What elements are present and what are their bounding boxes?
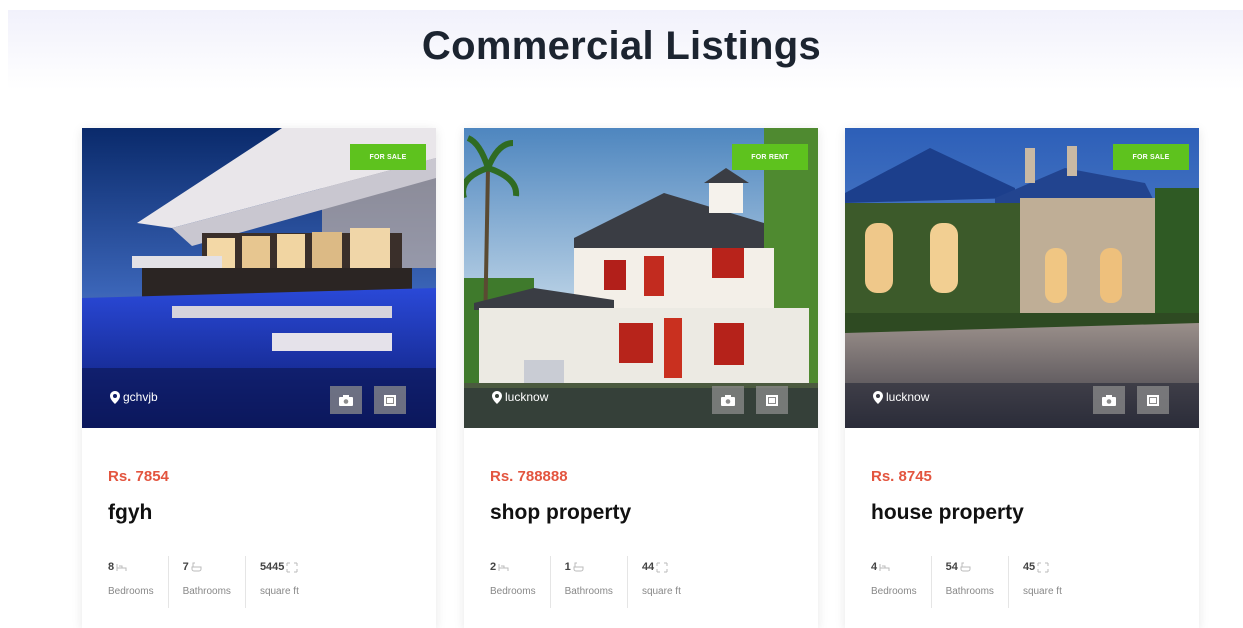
- bath-icon: [573, 562, 584, 572]
- camera-icon: [1102, 394, 1116, 406]
- video-icon: [384, 394, 396, 406]
- bathrooms-label: Bathrooms: [564, 586, 613, 597]
- listing-photo[interactable]: For Sale lucknow: [845, 128, 1199, 428]
- video-icon: [766, 394, 778, 406]
- listing-title[interactable]: shop property: [490, 501, 631, 525]
- listing-location-text: lucknow: [886, 390, 930, 404]
- area-label: square ft: [259, 586, 299, 597]
- bedrooms-stat: 4 Bedrooms: [871, 556, 931, 608]
- listing-price: Rs. 8745: [871, 468, 932, 485]
- bedrooms-stat: 8 Bedrooms: [108, 556, 168, 608]
- bedrooms-label: Bedrooms: [490, 586, 536, 597]
- bathrooms-stat: 54 Bathrooms: [930, 556, 1008, 608]
- page-title: Commercial Listings: [421, 24, 822, 68]
- listing-image: [845, 128, 1199, 428]
- bed-icon: [879, 563, 890, 571]
- bedrooms-value: 8: [108, 561, 115, 573]
- bath-icon: [191, 562, 202, 572]
- bathrooms-label: Bathrooms: [182, 586, 231, 597]
- area-stat: 45 square ft: [1007, 556, 1076, 608]
- area-value: 45: [1022, 561, 1036, 573]
- map-pin-icon: [873, 390, 883, 404]
- listing-price: Rs. 7854: [108, 468, 169, 485]
- listing-card[interactable]: For Sale lucknow Rs. 8745 house property: [845, 128, 1199, 628]
- area-icon: [286, 562, 298, 572]
- listing-status-badge: For Rent: [732, 144, 808, 170]
- listing-title[interactable]: house property: [871, 501, 1024, 525]
- listing-price: Rs. 788888: [490, 468, 568, 485]
- bedrooms-value: 4: [871, 561, 878, 573]
- listing-status-badge: For Sale: [350, 144, 426, 170]
- photos-button[interactable]: [330, 386, 362, 414]
- bathrooms-label: Bathrooms: [945, 586, 994, 597]
- listing-location-text: lucknow: [505, 390, 549, 404]
- photos-button[interactable]: [1093, 386, 1125, 414]
- bedrooms-label: Bedrooms: [108, 586, 154, 597]
- listing-location: gchvjb: [110, 390, 158, 404]
- area-value: 5445: [259, 561, 285, 573]
- listing-stats: 4 Bedrooms 54 Bathrooms 45 square ft: [871, 556, 1076, 608]
- listing-photo[interactable]: For Sale gchvjb: [82, 128, 436, 428]
- bathrooms-value: 1: [564, 561, 571, 573]
- listing-stats: 8 Bedrooms 7 Bathrooms 5445 square ft: [108, 556, 313, 608]
- map-pin-icon: [110, 390, 120, 404]
- bed-icon: [116, 563, 127, 571]
- bathrooms-stat: 1 Bathrooms: [549, 556, 627, 608]
- listing-status-badge: For Sale: [1113, 144, 1189, 170]
- listing-location: lucknow: [492, 390, 548, 404]
- video-button[interactable]: [756, 386, 788, 414]
- area-icon: [1037, 562, 1049, 572]
- listing-stats: 2 Bedrooms 1 Bathrooms 44 square ft: [490, 556, 695, 608]
- video-icon: [1147, 394, 1159, 406]
- photos-button[interactable]: [712, 386, 744, 414]
- bathrooms-value: 54: [945, 561, 958, 573]
- listing-card[interactable]: For Sale gchvjb Rs. 7854 fgyh: [82, 128, 436, 628]
- listing-photo[interactable]: For Rent lucknow: [464, 128, 818, 428]
- area-stat: 44 square ft: [626, 556, 695, 608]
- bedrooms-label: Bedrooms: [871, 586, 917, 597]
- listing-location-text: gchvjb: [123, 390, 158, 404]
- listing-title[interactable]: fgyh: [108, 501, 152, 525]
- bed-icon: [498, 563, 509, 571]
- bedrooms-stat: 2 Bedrooms: [490, 556, 550, 608]
- area-stat: 5445 square ft: [244, 556, 313, 608]
- listing-card[interactable]: For Rent lucknow Rs. 788888 shop propert…: [464, 128, 818, 628]
- bathrooms-stat: 7 Bathrooms: [167, 556, 245, 608]
- area-label: square ft: [1022, 586, 1062, 597]
- area-icon: [656, 562, 668, 572]
- area-value: 44: [641, 561, 655, 573]
- listing-location: lucknow: [873, 390, 929, 404]
- listing-image: [464, 128, 818, 428]
- bath-icon: [960, 562, 971, 572]
- area-label: square ft: [641, 586, 681, 597]
- video-button[interactable]: [374, 386, 406, 414]
- bathrooms-value: 7: [182, 561, 189, 573]
- listing-image: [82, 128, 436, 428]
- map-pin-icon: [492, 390, 502, 404]
- camera-icon: [721, 394, 735, 406]
- video-button[interactable]: [1137, 386, 1169, 414]
- bedrooms-value: 2: [490, 561, 497, 573]
- camera-icon: [339, 394, 353, 406]
